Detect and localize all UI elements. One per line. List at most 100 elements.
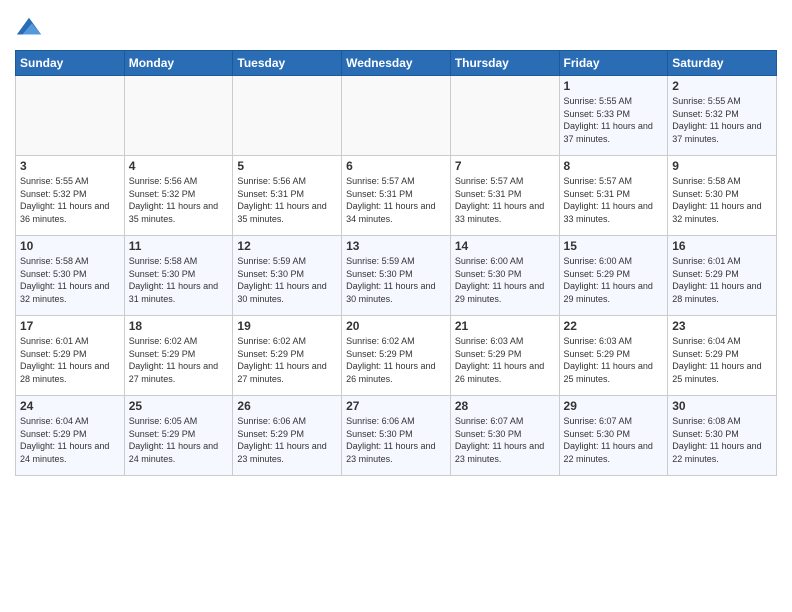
daylight-label: Daylight: 11 hours and 34 minutes. bbox=[346, 201, 435, 224]
day-cell: 15Sunrise: 6:00 AMSunset: 5:29 PMDayligh… bbox=[559, 236, 668, 316]
sunset-label: Sunset: 5:30 PM bbox=[564, 429, 631, 439]
day-info: Sunrise: 5:58 AMSunset: 5:30 PMDaylight:… bbox=[129, 255, 229, 305]
day-info: Sunrise: 5:56 AMSunset: 5:31 PMDaylight:… bbox=[237, 175, 337, 225]
day-number: 7 bbox=[455, 159, 555, 173]
day-number: 21 bbox=[455, 319, 555, 333]
day-info: Sunrise: 6:06 AMSunset: 5:29 PMDaylight:… bbox=[237, 415, 337, 465]
sunrise-label: Sunrise: 6:00 AM bbox=[564, 256, 633, 266]
day-number: 22 bbox=[564, 319, 664, 333]
day-number: 25 bbox=[129, 399, 229, 413]
day-cell: 1Sunrise: 5:55 AMSunset: 5:33 PMDaylight… bbox=[559, 76, 668, 156]
weekday-header-sunday: Sunday bbox=[16, 51, 125, 76]
weekday-header-wednesday: Wednesday bbox=[342, 51, 451, 76]
sunset-label: Sunset: 5:30 PM bbox=[237, 269, 304, 279]
day-number: 5 bbox=[237, 159, 337, 173]
day-cell: 12 Sunrise: 5:59 AMSunset: 5:30 PMDayligh… bbox=[233, 236, 342, 316]
day-cell bbox=[124, 76, 233, 156]
sunrise-label: Sunrise: 6:04 AM bbox=[20, 416, 89, 426]
sunrise-label: Sunrise: 5:59 AM bbox=[346, 256, 415, 266]
sunset-label: Sunset: 5:29 PM bbox=[129, 429, 196, 439]
day-info: Sunrise: 5:58 AMSunset: 5:30 PMDaylight:… bbox=[20, 255, 120, 305]
day-cell bbox=[16, 76, 125, 156]
sunrise-label: Sunrise: 5:58 AM bbox=[129, 256, 198, 266]
day-info: Sunrise: 5:59 AMSunset: 5:30 PMDaylight:… bbox=[346, 255, 446, 305]
sunrise-label: Sunrise: 5:55 AM bbox=[20, 176, 89, 186]
day-cell: 11 Sunrise: 5:58 AMSunset: 5:30 PMDayligh… bbox=[124, 236, 233, 316]
sunrise-label: Sunrise: 5:56 AM bbox=[237, 176, 306, 186]
daylight-label: Daylight: 11 hours and 35 minutes. bbox=[237, 201, 326, 224]
day-number: 1 bbox=[564, 79, 664, 93]
day-info: Sunrise: 5:59 AMSunset: 5:30 PMDaylight:… bbox=[237, 255, 337, 305]
day-number: 26 bbox=[237, 399, 337, 413]
day-cell: 8Sunrise: 5:57 AMSunset: 5:31 PMDaylight… bbox=[559, 156, 668, 236]
day-info: Sunrise: 5:55 AMSunset: 5:32 PMDaylight:… bbox=[672, 95, 772, 145]
day-info: Sunrise: 6:01 AMSunset: 5:29 PMDaylight:… bbox=[672, 255, 772, 305]
weekday-header-monday: Monday bbox=[124, 51, 233, 76]
daylight-label: Daylight: 11 hours and 23 minutes. bbox=[455, 441, 544, 464]
calendar-table: SundayMondayTuesdayWednesdayThursdayFrid… bbox=[15, 50, 777, 476]
sunset-label: Sunset: 5:29 PM bbox=[564, 349, 631, 359]
daylight-label: Daylight: 11 hours and 26 minutes. bbox=[346, 361, 435, 384]
sunset-label: Sunset: 5:29 PM bbox=[455, 349, 522, 359]
daylight-label: Daylight: 11 hours and 28 minutes. bbox=[20, 361, 109, 384]
day-info: Sunrise: 6:04 AMSunset: 5:29 PMDaylight:… bbox=[672, 335, 772, 385]
day-number: 24 bbox=[20, 399, 120, 413]
sunset-label: Sunset: 5:31 PM bbox=[564, 189, 631, 199]
daylight-label: Daylight: 11 hours and 30 minutes. bbox=[346, 281, 435, 304]
sunset-label: Sunset: 5:32 PM bbox=[129, 189, 196, 199]
day-cell: 9 Sunrise: 5:58 AMSunset: 5:30 PMDaylight… bbox=[668, 156, 777, 236]
sunrise-label: Sunrise: 6:03 AM bbox=[564, 336, 633, 346]
daylight-label: Daylight: 11 hours and 30 minutes. bbox=[237, 281, 326, 304]
weekday-header-row: SundayMondayTuesdayWednesdayThursdayFrid… bbox=[16, 51, 777, 76]
daylight-label: Daylight: 11 hours and 23 minutes. bbox=[346, 441, 435, 464]
sunset-label: Sunset: 5:30 PM bbox=[346, 429, 413, 439]
sunset-label: Sunset: 5:29 PM bbox=[346, 349, 413, 359]
daylight-label: Daylight: 11 hours and 37 minutes. bbox=[564, 121, 653, 144]
day-info: Sunrise: 6:02 AMSunset: 5:29 PMDaylight:… bbox=[129, 335, 229, 385]
day-number: 23 bbox=[672, 319, 772, 333]
day-number: 9 bbox=[672, 159, 772, 173]
day-cell: 19Sunrise: 6:02 AMSunset: 5:29 PMDayligh… bbox=[233, 316, 342, 396]
day-number: 12 bbox=[237, 239, 337, 253]
daylight-label: Daylight: 11 hours and 36 minutes. bbox=[20, 201, 109, 224]
day-number: 13 bbox=[346, 239, 446, 253]
daylight-label: Daylight: 11 hours and 22 minutes. bbox=[564, 441, 653, 464]
sunset-label: Sunset: 5:30 PM bbox=[20, 269, 87, 279]
day-info: Sunrise: 5:55 AMSunset: 5:32 PMDaylight:… bbox=[20, 175, 120, 225]
day-number: 28 bbox=[455, 399, 555, 413]
day-cell: 29Sunrise: 6:07 AMSunset: 5:30 PMDayligh… bbox=[559, 396, 668, 476]
day-info: Sunrise: 6:00 AMSunset: 5:29 PMDaylight:… bbox=[564, 255, 664, 305]
day-info: Sunrise: 6:07 AMSunset: 5:30 PMDaylight:… bbox=[564, 415, 664, 465]
day-info: Sunrise: 6:03 AMSunset: 5:29 PMDaylight:… bbox=[455, 335, 555, 385]
sunrise-label: Sunrise: 6:01 AM bbox=[672, 256, 741, 266]
day-info: Sunrise: 6:02 AMSunset: 5:29 PMDaylight:… bbox=[237, 335, 337, 385]
day-number: 11 bbox=[129, 239, 229, 253]
sunrise-label: Sunrise: 6:02 AM bbox=[129, 336, 198, 346]
sunrise-label: Sunrise: 6:04 AM bbox=[672, 336, 741, 346]
sunset-label: Sunset: 5:29 PM bbox=[237, 349, 304, 359]
day-cell: 14Sunrise: 6:00 AMSunset: 5:30 PMDayligh… bbox=[450, 236, 559, 316]
sunrise-label: Sunrise: 5:55 AM bbox=[672, 96, 741, 106]
day-info: Sunrise: 5:57 AMSunset: 5:31 PMDaylight:… bbox=[346, 175, 446, 225]
sunset-label: Sunset: 5:30 PM bbox=[672, 189, 739, 199]
day-number: 18 bbox=[129, 319, 229, 333]
day-cell: 25Sunrise: 6:05 AMSunset: 5:29 PMDayligh… bbox=[124, 396, 233, 476]
day-cell: 13 Sunrise: 5:59 AMSunset: 5:30 PMDayligh… bbox=[342, 236, 451, 316]
day-number: 27 bbox=[346, 399, 446, 413]
day-cell: 26 Sunrise: 6:06 AMSunset: 5:29 PMDayligh… bbox=[233, 396, 342, 476]
logo-icon bbox=[15, 14, 43, 42]
day-number: 30 bbox=[672, 399, 772, 413]
sunrise-label: Sunrise: 5:56 AM bbox=[129, 176, 198, 186]
day-info: Sunrise: 5:58 AMSunset: 5:30 PMDaylight:… bbox=[672, 175, 772, 225]
day-number: 3 bbox=[20, 159, 120, 173]
daylight-label: Daylight: 11 hours and 37 minutes. bbox=[672, 121, 761, 144]
day-cell: 22Sunrise: 6:03 AMSunset: 5:29 PMDayligh… bbox=[559, 316, 668, 396]
daylight-label: Daylight: 11 hours and 31 minutes. bbox=[129, 281, 218, 304]
day-number: 8 bbox=[564, 159, 664, 173]
week-row-2: 3Sunrise: 5:55 AMSunset: 5:32 PMDaylight… bbox=[16, 156, 777, 236]
sunrise-label: Sunrise: 6:02 AM bbox=[237, 336, 306, 346]
week-row-1: 1Sunrise: 5:55 AMSunset: 5:33 PMDaylight… bbox=[16, 76, 777, 156]
day-number: 20 bbox=[346, 319, 446, 333]
day-cell: 3 Sunrise: 5:55 AMSunset: 5:32 PMDaylight… bbox=[16, 156, 125, 236]
day-info: Sunrise: 5:57 AMSunset: 5:31 PMDaylight:… bbox=[455, 175, 555, 225]
